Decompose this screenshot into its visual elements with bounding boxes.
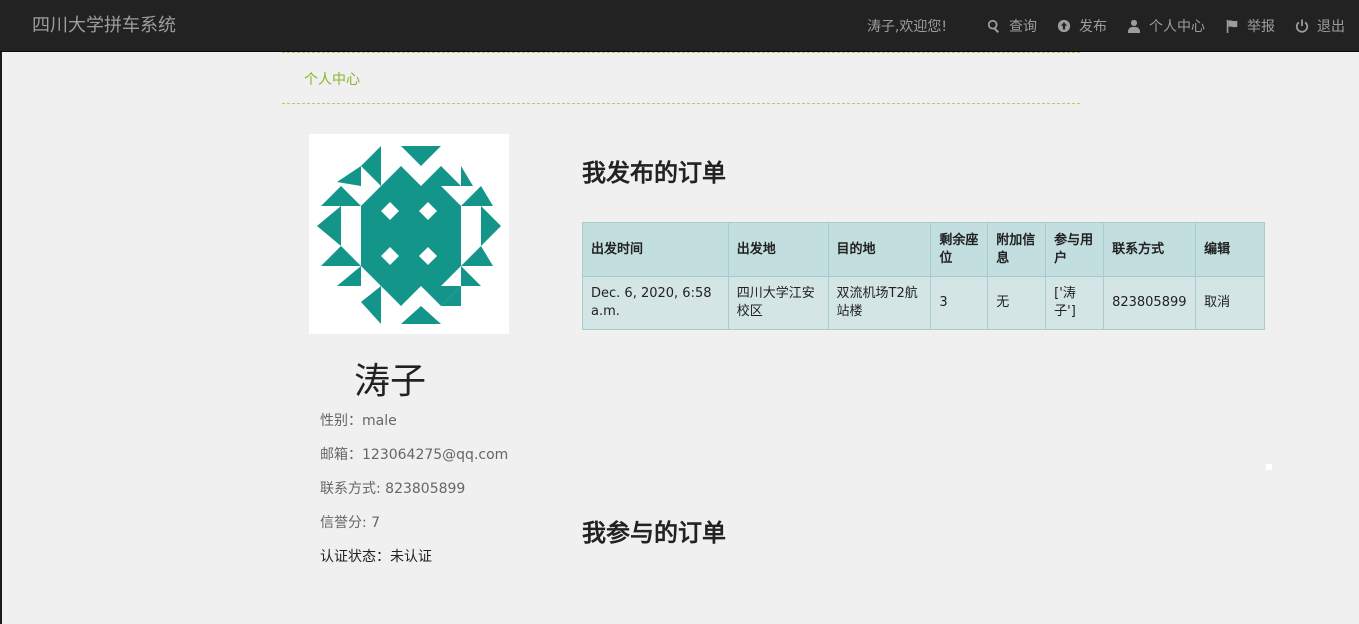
power-icon <box>1295 18 1309 33</box>
identicon-avatar <box>317 146 501 324</box>
col-contact: 联系方式 <box>1103 222 1197 277</box>
col-destination: 目的地 <box>827 222 932 277</box>
cell-origin: 四川大学江安校区 <box>727 276 829 330</box>
nav-report-label: 举报 <box>1247 18 1275 35</box>
col-extra: 附加信息 <box>987 222 1047 277</box>
cell-extra: 无 <box>987 276 1047 330</box>
welcome-text: 涛子,欢迎您! <box>866 18 947 35</box>
cell-seats: 3 <box>930 276 989 330</box>
nav-report[interactable]: 举报 <box>1225 16 1275 36</box>
decorative-dot <box>1266 464 1272 470</box>
search-icon <box>987 19 1000 33</box>
nav-logout[interactable]: 退出 <box>1295 16 1345 36</box>
cell-destination: 双流机场T2航站楼 <box>827 276 932 330</box>
col-seats: 剩余座位 <box>930 222 989 277</box>
nav-search[interactable]: 查询 <box>987 16 1037 36</box>
profile-contact: 联系方式: 823805899 <box>320 481 466 497</box>
nav-right: 涛子,欢迎您! 查询 发布 个人中心 举报 退出 <box>867 0 1345 51</box>
cancel-order-link[interactable]: 取消 <box>1204 295 1230 310</box>
profile-gender: 性别：male <box>320 413 397 429</box>
breadcrumb: 个人中心 <box>282 52 1080 104</box>
profile-credit: 信誉分: 7 <box>320 515 381 531</box>
avatar <box>309 134 509 334</box>
top-navbar: 四川大学拼车系统 涛子,欢迎您! 查询 发布 个人中心 举报 退出 <box>0 0 1359 52</box>
col-origin: 出发地 <box>727 222 829 277</box>
published-orders-title: 我发布的订单 <box>582 159 726 187</box>
published-orders-table: 出发时间 出发地 目的地 剩余座位 附加信息 参与用户 联系方式 编辑 Dec.… <box>582 222 1265 330</box>
brand-link[interactable]: 四川大学拼车系统 <box>32 0 176 51</box>
nav-logout-label: 退出 <box>1317 18 1345 35</box>
col-departure-time: 出发时间 <box>582 222 729 277</box>
user-icon <box>1127 19 1141 33</box>
nav-profile-label: 个人中心 <box>1149 18 1205 35</box>
nav-profile[interactable]: 个人中心 <box>1127 16 1205 36</box>
col-participants: 参与用户 <box>1045 222 1105 277</box>
table-header-row: 出发时间 出发地 目的地 剩余座位 附加信息 参与用户 联系方式 编辑 <box>582 222 1265 277</box>
breadcrumb-current[interactable]: 个人中心 <box>304 69 360 89</box>
col-edit: 编辑 <box>1195 222 1265 277</box>
cell-departure-time: Dec. 6, 2020, 6:58 a.m. <box>582 276 729 330</box>
profile-verification: 认证状态：未认证 <box>320 549 432 565</box>
flag-icon <box>1226 19 1238 33</box>
profile-name: 涛子 <box>354 361 427 402</box>
cell-contact: 823805899 <box>1103 276 1197 330</box>
nav-search-label: 查询 <box>1009 18 1037 35</box>
cell-action: 取消 <box>1195 276 1265 330</box>
window-frame <box>0 0 2 624</box>
joined-orders-title: 我参与的订单 <box>582 519 726 547</box>
profile-email: 邮箱：123064275@qq.com <box>320 447 509 463</box>
upload-circle-icon <box>1057 19 1071 32</box>
nav-publish[interactable]: 发布 <box>1057 16 1107 36</box>
cell-participants: ['涛子'] <box>1045 276 1105 330</box>
nav-publish-label: 发布 <box>1079 18 1107 35</box>
table-row: Dec. 6, 2020, 6:58 a.m. 四川大学江安校区 双流机场T2航… <box>582 276 1265 330</box>
